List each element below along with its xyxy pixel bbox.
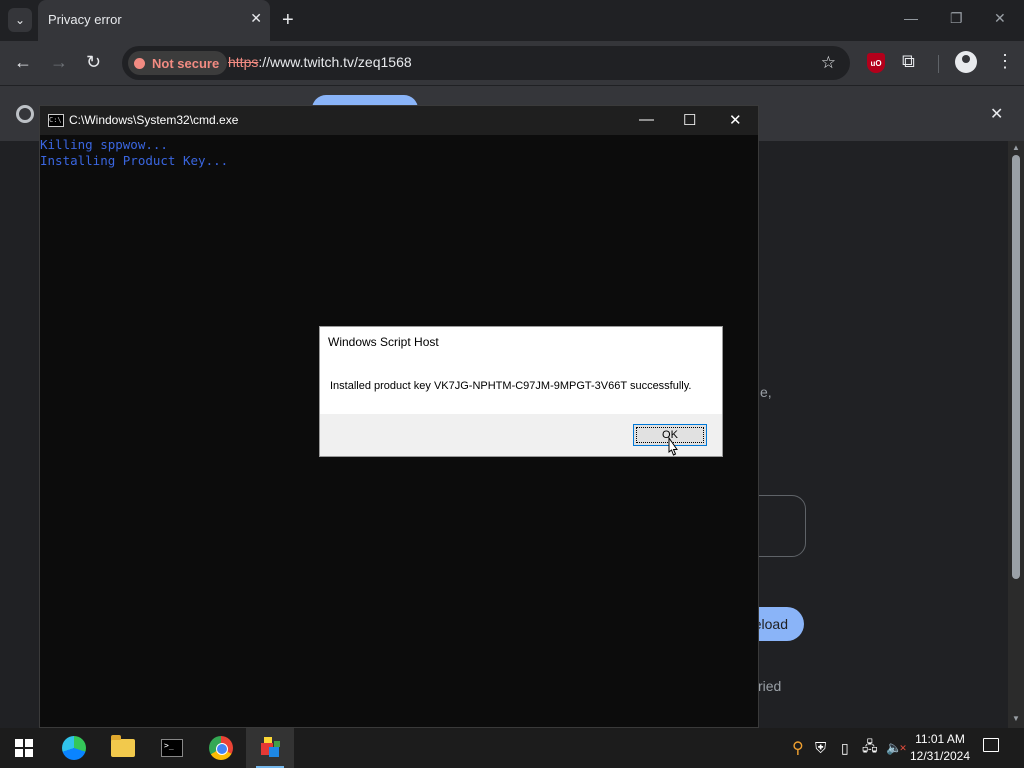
profile-avatar-icon[interactable]: [955, 51, 977, 73]
scroll-down-arrow-icon[interactable]: ▼: [1012, 714, 1020, 723]
script-host-dialog: Windows Script Host Installed product ke…: [319, 326, 723, 457]
windows-logo-icon: [15, 739, 33, 757]
cmd-close-icon[interactable]: ✕: [729, 111, 742, 129]
back-arrow-icon[interactable]: ←: [14, 52, 32, 72]
taskbar-file-explorer[interactable]: [99, 728, 147, 768]
mouse-pointer-icon: [668, 437, 678, 456]
warning-icon: [134, 57, 145, 69]
extensions-puzzle-icon[interactable]: ⧉: [902, 51, 915, 72]
chrome-logo-icon: [16, 105, 34, 123]
page-scrollbar[interactable]: ▲ ▼: [1008, 141, 1024, 728]
chrome-icon: [209, 736, 233, 760]
cmd-maximize-icon[interactable]: ☐: [683, 111, 696, 129]
ublock-extension-icon[interactable]: uO: [867, 53, 885, 73]
page-text-fragment: e,: [760, 384, 772, 400]
script-app-icon: [259, 737, 281, 759]
not-secure-label: Not secure: [152, 55, 220, 71]
cmd-title-bar[interactable]: C:\ C:\Windows\System32\cmd.exe — ☐ ✕: [40, 106, 758, 135]
start-button[interactable]: [0, 728, 48, 768]
not-secure-chip[interactable]: Not secure: [128, 51, 228, 75]
dialog-message: Installed product key VK7JG-NPHTM-C97JM-…: [330, 380, 692, 392]
taskbar-chrome[interactable]: [197, 728, 245, 768]
url-scheme: https: [228, 54, 259, 70]
dialog-footer: OK: [320, 414, 722, 456]
minimize-icon[interactable]: —: [904, 10, 918, 26]
clock-date: 12/31/2024: [909, 749, 971, 763]
volume-muted-icon[interactable]: 🔈 ✕: [886, 728, 907, 768]
address-bar[interactable]: Not secure https://www.twitch.tv/zeq1568…: [122, 46, 850, 80]
toolbar-divider: [938, 55, 939, 73]
scroll-up-arrow-icon[interactable]: ▲: [1012, 143, 1020, 152]
tab-title: Privacy error: [48, 12, 122, 27]
file-explorer-icon: [111, 735, 135, 757]
console-line: Installing Product Key...: [40, 153, 229, 168]
taskbar-edge[interactable]: [50, 728, 98, 768]
clock-time: 11:01 AM: [915, 732, 965, 746]
taskbar-script-app[interactable]: [246, 728, 294, 768]
edge-icon: [62, 736, 86, 760]
close-window-icon[interactable]: ✕: [994, 10, 1006, 27]
dialog-title: Windows Script Host: [328, 335, 439, 349]
network-icon[interactable]: 🖧: [862, 728, 878, 768]
new-tab-plus-icon[interactable]: +: [282, 8, 294, 32]
url-text[interactable]: https://www.twitch.tv/zeq1568: [228, 54, 412, 70]
security-shield-icon[interactable]: ⛨: [815, 728, 826, 768]
info-bar-close-icon[interactable]: ✕: [990, 104, 1003, 124]
bookmark-star-icon[interactable]: ☆: [821, 53, 836, 73]
page-text-fragment-2: ried: [758, 678, 782, 694]
forward-arrow-icon[interactable]: →: [50, 52, 68, 72]
taskbar-terminal[interactable]: >_: [148, 728, 196, 768]
menu-kebab-icon[interactable]: ⋮: [996, 51, 1014, 72]
cmd-console-output[interactable]: Killing sppwow... Installing Product Key.…: [40, 137, 228, 169]
browser-toolbar: ← → ↻ Not secure https://www.twitch.tv/z…: [0, 41, 1024, 85]
restore-icon[interactable]: ❐: [950, 10, 963, 27]
search-tray-icon[interactable]: ⚲: [792, 728, 804, 768]
system-clock[interactable]: 11:01 AM 12/31/2024: [906, 731, 974, 765]
reload-icon[interactable]: ↻: [86, 52, 101, 72]
terminal-icon: >_: [161, 739, 183, 757]
cmd-app-icon: C:\: [48, 114, 64, 127]
url-rest: ://www.twitch.tv/zeq1568: [258, 54, 412, 70]
browser-tab-bar: ⌄ Privacy error ✕ + — ❐ ✕: [0, 0, 1024, 41]
tab-search-chevron-icon[interactable]: ⌄: [8, 8, 32, 32]
usb-device-icon[interactable]: ▯: [841, 728, 849, 768]
taskbar: >_ ⚲ ⛨ ▯ 🖧 🔈 ✕ 11:01 AM 12/31/2024: [0, 728, 1024, 768]
cmd-minimize-icon[interactable]: —: [639, 111, 654, 128]
scroll-thumb[interactable]: [1012, 155, 1020, 579]
tab-close-icon[interactable]: ✕: [250, 10, 262, 27]
tab-privacy-error[interactable]: Privacy error ✕: [38, 0, 270, 41]
console-line: Killing sppwow...: [40, 137, 168, 152]
cmd-title: C:\Windows\System32\cmd.exe: [69, 113, 239, 127]
notification-icon[interactable]: [983, 738, 999, 752]
